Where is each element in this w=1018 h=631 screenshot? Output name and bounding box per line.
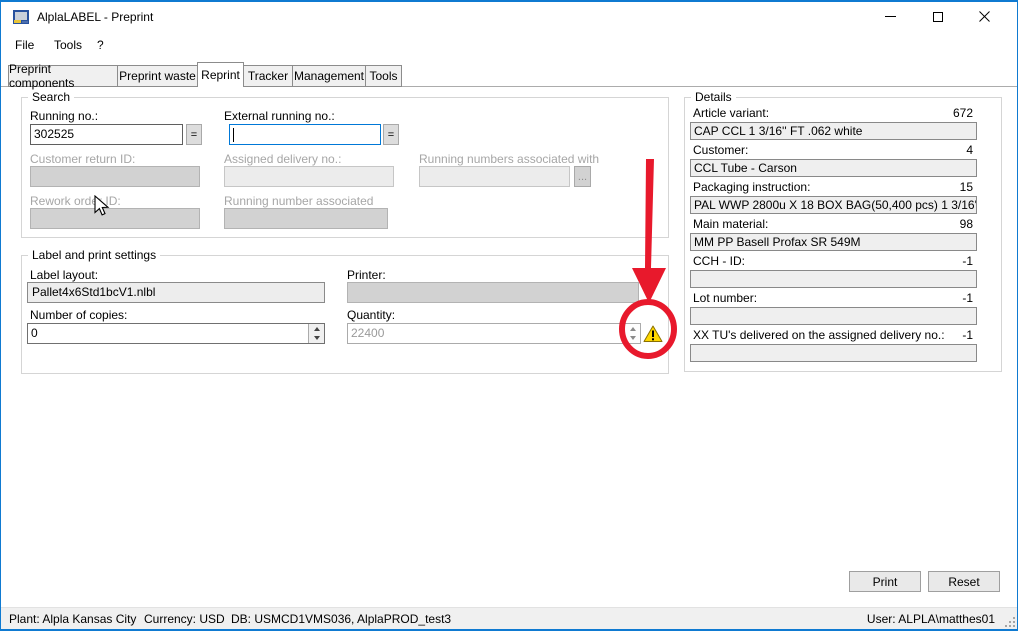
- spin-down-icon: [314, 336, 320, 340]
- running-numbers-associated-with-label: Running numbers associated with: [419, 152, 599, 166]
- main-material-id: 98: [960, 217, 973, 231]
- menu-file[interactable]: File: [15, 38, 34, 52]
- main-material-field: MM PP Basell Profax SR 549M: [690, 233, 977, 251]
- article-variant-id: 672: [953, 106, 973, 120]
- status-user: User: ALPLA\matthes01: [867, 612, 995, 626]
- minimize-icon: [885, 16, 896, 17]
- text-caret: [233, 128, 234, 142]
- reset-button[interactable]: Reset: [928, 571, 1000, 592]
- browse-button[interactable]: ...: [574, 166, 591, 187]
- menu-tools[interactable]: Tools: [54, 38, 82, 52]
- lot-number-field: [690, 307, 977, 325]
- status-currency: Currency: USD: [144, 612, 225, 626]
- status-plant: Plant: Alpla Kansas City: [9, 612, 136, 626]
- packaging-instruction-field: PAL WWP 2800u X 18 BOX BAG(50,400 pcs) 1…: [690, 196, 977, 214]
- copies-spinner[interactable]: [308, 324, 324, 343]
- external-running-no-input[interactable]: [229, 124, 381, 145]
- quantity-label: Quantity:: [347, 308, 395, 322]
- article-variant-field: CAP CCL 1 3/16'' FT .062 white: [690, 122, 977, 140]
- number-of-copies-label: Number of copies:: [30, 308, 127, 322]
- tab-tracker[interactable]: Tracker: [243, 65, 293, 87]
- rework-order-id-label: Rework order ID:: [30, 194, 121, 208]
- label-print-settings-group: Label and print settings Label layout: P…: [21, 255, 669, 374]
- tab-management[interactable]: Management: [292, 65, 366, 87]
- running-no-equals-button[interactable]: =: [186, 124, 202, 145]
- running-no-label: Running no.:: [30, 109, 98, 123]
- external-running-no-equals-button[interactable]: =: [383, 124, 399, 145]
- minimize-button[interactable]: [868, 2, 913, 31]
- printer-combobox[interactable]: [347, 282, 639, 303]
- quantity-spinner[interactable]: [624, 323, 641, 344]
- tab-tools[interactable]: Tools: [365, 65, 402, 87]
- customer-return-id-combobox[interactable]: [30, 166, 200, 187]
- running-numbers-associated-with-input[interactable]: [419, 166, 570, 187]
- running-number-associated-label: Running number associated: [224, 194, 373, 208]
- lot-number-value: -1: [962, 291, 973, 305]
- tab-preprint-components[interactable]: Preprint components: [8, 65, 118, 87]
- rework-order-id-combobox[interactable]: [30, 208, 200, 229]
- running-number-associated-combobox[interactable]: [224, 208, 388, 229]
- packaging-instruction-id: 15: [960, 180, 973, 194]
- menu-help[interactable]: ?: [97, 38, 104, 52]
- tus-delivered-label: XX TU's delivered on the assigned delive…: [693, 328, 945, 342]
- spin-down-icon: [630, 336, 636, 340]
- details-group: Details Article variant: 672 CAP CCL 1 3…: [684, 97, 1002, 372]
- tus-delivered-value: -1: [962, 328, 973, 342]
- cch-id-value: -1: [962, 254, 973, 268]
- search-group-title: Search: [28, 90, 74, 104]
- assigned-delivery-no-input[interactable]: [224, 166, 394, 187]
- cch-id-field: [690, 270, 977, 288]
- label-print-settings-title: Label and print settings: [28, 248, 160, 262]
- tab-preprint-waste[interactable]: Preprint waste: [117, 65, 198, 87]
- printer-label: Printer:: [347, 268, 386, 282]
- status-bar: Plant: Alpla Kansas City Currency: USD D…: [1, 607, 1017, 629]
- customer-id: 4: [966, 143, 973, 157]
- number-of-copies-input[interactable]: 0: [27, 323, 325, 344]
- packaging-instruction-label: Packaging instruction:: [693, 180, 810, 194]
- article-variant-label: Article variant:: [693, 106, 769, 120]
- status-db: DB: USMCD1VMS036, AlplaPROD_test3: [231, 612, 451, 626]
- external-running-no-label: External running no.:: [224, 109, 335, 123]
- label-layout-combobox[interactable]: Pallet4x6Std1bcV1.nlbl: [27, 282, 325, 303]
- lot-number-label: Lot number:: [693, 291, 757, 305]
- resize-grip-icon[interactable]: [1003, 615, 1015, 627]
- print-button[interactable]: Print: [849, 571, 921, 592]
- spin-up-icon: [314, 327, 320, 331]
- details-group-title: Details: [691, 90, 736, 104]
- label-layout-label: Label layout:: [30, 268, 98, 282]
- number-of-copies-value: 0: [31, 326, 38, 340]
- running-no-input[interactable]: 302525: [30, 124, 183, 145]
- main-material-label: Main material:: [693, 217, 768, 231]
- tab-reprint[interactable]: Reprint: [197, 62, 244, 87]
- search-group: Search Running no.: 302525 = External ru…: [21, 97, 669, 238]
- warning-icon: [643, 325, 663, 343]
- assigned-delivery-no-label: Assigned delivery no.:: [224, 152, 341, 166]
- tus-delivered-field: [690, 344, 977, 362]
- customer-return-id-label: Customer return ID:: [30, 152, 135, 166]
- app-icon: [13, 9, 29, 25]
- close-button[interactable]: [962, 2, 1007, 31]
- maximize-button[interactable]: [915, 2, 960, 31]
- customer-label: Customer:: [693, 143, 748, 157]
- app-window: AlplaLABEL - Preprint File Tools ? Prepr…: [0, 0, 1018, 631]
- customer-field: CCL Tube - Carson: [690, 159, 977, 177]
- spin-up-icon: [630, 327, 636, 331]
- maximize-icon: [933, 12, 943, 22]
- quantity-input[interactable]: 22400: [347, 323, 624, 344]
- window-title: AlplaLABEL - Preprint: [37, 10, 153, 24]
- cch-id-label: CCH - ID:: [693, 254, 745, 268]
- title-bar: AlplaLABEL - Preprint: [1, 2, 1017, 32]
- close-icon: [979, 11, 990, 22]
- menu-bar: File Tools ?: [1, 32, 1017, 58]
